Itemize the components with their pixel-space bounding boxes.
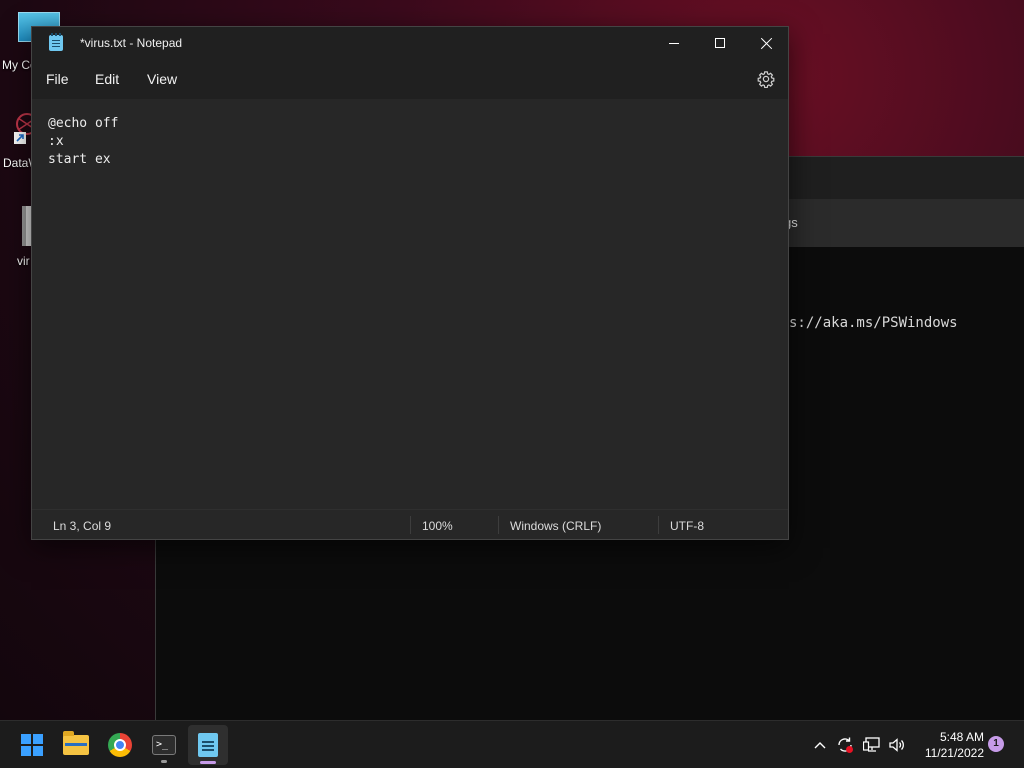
taskbar: >_ 5:48 AM 11/21/2022 1 <box>0 720 1024 768</box>
terminal-output-line: s://aka.ms/PSWindows <box>789 315 958 331</box>
network-button[interactable] <box>862 735 882 755</box>
menu-bar: File Edit View <box>32 59 788 99</box>
notepad-icon <box>198 733 218 757</box>
maximize-button[interactable] <box>697 27 743 59</box>
volume-button[interactable] <box>887 735 907 755</box>
menu-file[interactable]: File <box>46 71 69 87</box>
taskbar-notepad[interactable] <box>188 725 228 765</box>
running-indicator <box>161 760 167 763</box>
taskbar-terminal[interactable]: >_ <box>144 725 184 765</box>
clock[interactable]: 5:48 AM 11/21/2022 <box>914 729 984 761</box>
close-button[interactable] <box>743 27 789 59</box>
text-editor-area[interactable]: @echo off :x start ex <box>32 99 788 509</box>
status-divider <box>410 516 411 534</box>
status-bar: Ln 3, Col 9 100% Windows (CRLF) UTF-8 <box>32 509 788 539</box>
network-icon <box>863 737 880 752</box>
sync-status-button[interactable] <box>835 735 855 755</box>
encoding: UTF-8 <box>670 519 704 533</box>
notepad-window[interactable]: *virus.txt - Notepad File Edit View @ech… <box>31 26 789 540</box>
chrome-icon <box>108 733 132 757</box>
sync-error-icon <box>838 737 853 753</box>
start-button[interactable] <box>12 725 52 765</box>
clock-date: 11/21/2022 <box>924 746 984 760</box>
notification-badge[interactable]: 1 <box>988 736 1004 752</box>
zoom-level[interactable]: 100% <box>422 519 453 533</box>
line-endings: Windows (CRLF) <box>510 519 602 533</box>
settings-gear-icon[interactable] <box>757 70 775 88</box>
menu-view[interactable]: View <box>147 71 177 87</box>
window-title: *virus.txt - Notepad <box>80 36 183 50</box>
notepad-titlebar[interactable]: *virus.txt - Notepad <box>32 27 788 59</box>
editor-content[interactable]: @echo off :x start ex <box>48 115 788 169</box>
terminal-icon: >_ <box>152 735 176 755</box>
start-icon <box>21 734 43 756</box>
chevron-up-icon <box>814 742 826 749</box>
file-explorer-icon <box>63 731 89 755</box>
status-divider <box>498 516 499 534</box>
cursor-position: Ln 3, Col 9 <box>53 519 112 533</box>
notepad-icon <box>49 33 63 51</box>
menu-edit[interactable]: Edit <box>95 71 119 87</box>
maximize-icon <box>715 38 725 48</box>
status-divider <box>658 516 659 534</box>
taskbar-chrome[interactable] <box>100 725 140 765</box>
clock-time: 5:48 AM <box>939 730 984 744</box>
close-icon <box>760 37 773 50</box>
taskbar-file-explorer[interactable] <box>56 725 96 765</box>
desktop-icon-label: vir <box>17 254 30 268</box>
minimize-icon <box>669 42 679 44</box>
active-indicator <box>200 761 216 764</box>
speaker-icon <box>889 738 904 752</box>
minimize-button[interactable] <box>651 27 697 59</box>
show-hidden-icons-button[interactable] <box>810 735 830 755</box>
